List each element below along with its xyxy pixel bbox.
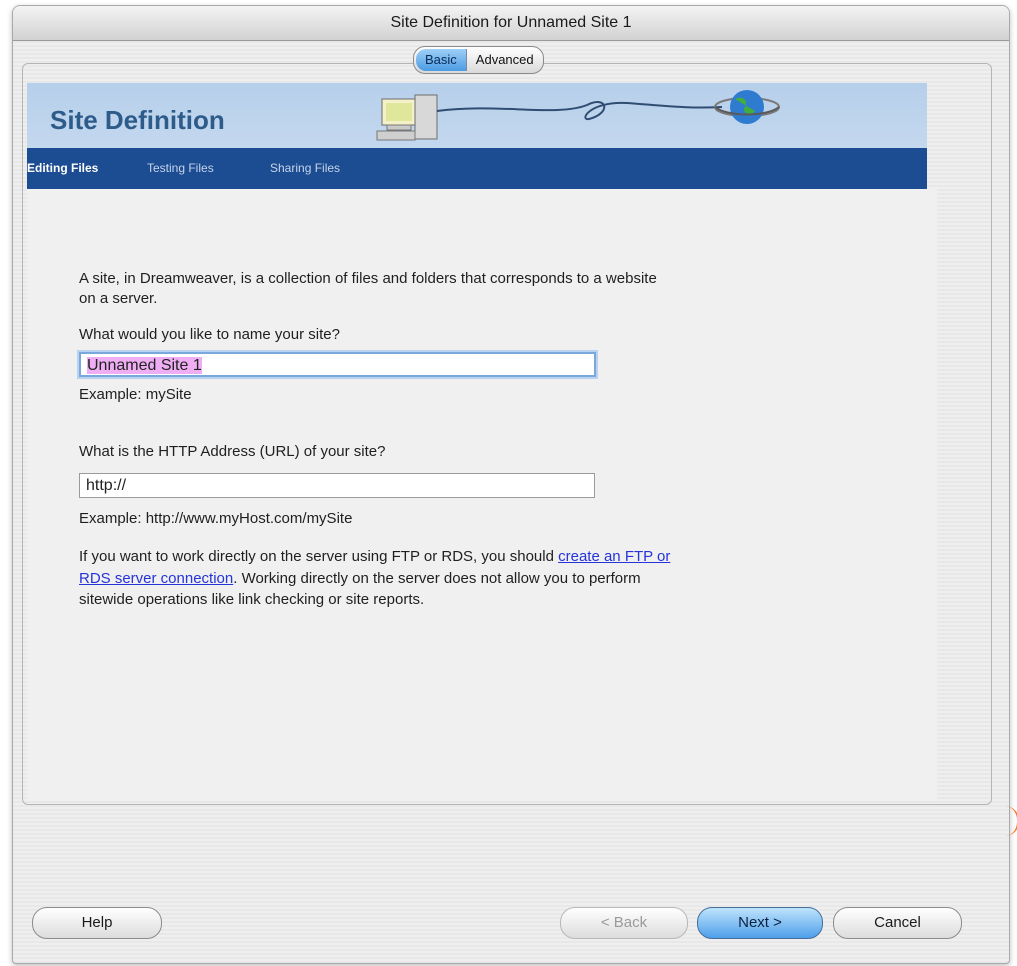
step-testing-files[interactable]: Testing Files xyxy=(147,161,214,175)
ftp-text-line3: sitewide operations like link checking o… xyxy=(79,591,425,608)
intro-text-line1: A site, in Dreamweaver, is a collection … xyxy=(79,270,657,287)
site-name-question: What would you like to name your site? xyxy=(79,326,340,343)
mode-tab-switcher: Basic Advanced xyxy=(413,46,544,74)
ftp-text-line1: If you want to work directly on the serv… xyxy=(79,548,670,565)
ftp-connection-link-part1[interactable]: create an FTP or xyxy=(558,548,670,565)
banner-title: Site Definition xyxy=(50,105,225,135)
site-url-input[interactable]: http:// xyxy=(79,473,595,498)
url-question: What is the HTTP Address (URL) of your s… xyxy=(79,443,386,460)
site-definition-banner: Site Definition xyxy=(27,83,927,148)
site-url-value: http:// xyxy=(86,477,127,494)
computer-icon xyxy=(376,94,438,141)
window-title: Site Definition for Unnamed Site 1 xyxy=(390,14,632,31)
tab-basic[interactable]: Basic xyxy=(416,49,467,71)
ftp-text-prefix: If you want to work directly on the serv… xyxy=(79,548,559,565)
ftp-text-suffix: . Working directly on the server does no… xyxy=(233,570,641,587)
computer-globe-illustration xyxy=(376,90,780,141)
cancel-button[interactable]: Cancel xyxy=(833,907,962,939)
help-button[interactable]: Help xyxy=(32,907,162,939)
tab-advanced[interactable]: Advanced xyxy=(467,47,543,73)
ftp-connection-link-part2[interactable]: RDS server connection xyxy=(79,570,233,587)
globe-icon xyxy=(714,90,780,124)
back-button[interactable]: < Back xyxy=(560,907,688,939)
step-sharing-files[interactable]: Sharing Files xyxy=(270,161,340,175)
title-bar[interactable]: Site Definition for Unnamed Site 1 xyxy=(13,6,1009,41)
url-example: Example: http://www.myHost.com/mySite xyxy=(79,510,353,527)
orange-arc-decoration xyxy=(1005,806,1017,836)
intro-text-line2: on a server. xyxy=(79,290,158,307)
site-name-example: Example: mySite xyxy=(79,386,192,403)
wizard-steps-bar: Editing Files Testing Files Sharing File… xyxy=(27,148,927,189)
site-name-input[interactable]: Unnamed Site 1 xyxy=(79,352,596,377)
step-editing-files[interactable]: Editing Files xyxy=(27,161,98,175)
connection-line xyxy=(436,101,723,121)
site-name-value: Unnamed Site 1 xyxy=(87,357,202,374)
ftp-text-line2: RDS server connection. Working directly … xyxy=(79,570,641,587)
next-button[interactable]: Next > xyxy=(697,907,823,939)
